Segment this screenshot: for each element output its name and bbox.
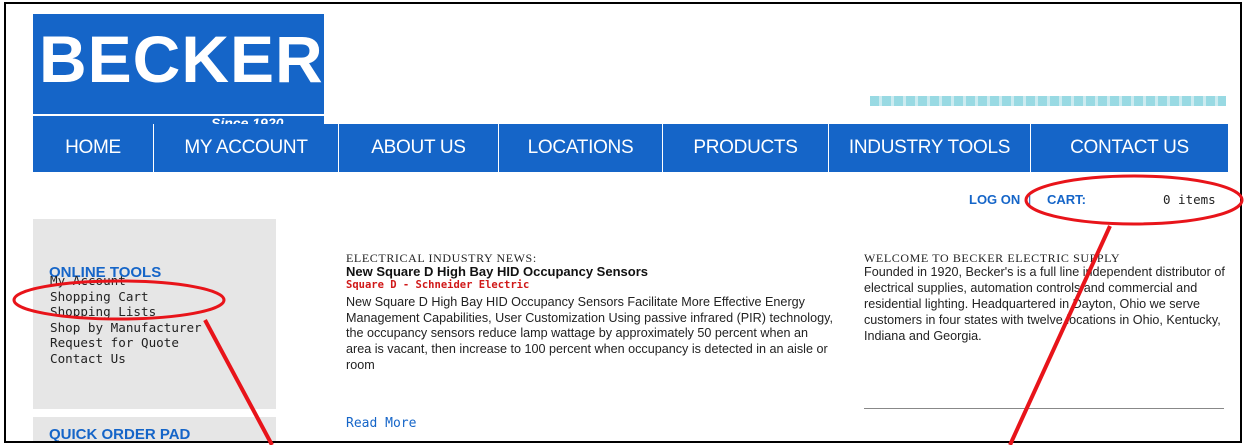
news-brand: Square D - Schneider Electric: [346, 279, 530, 291]
util-separator: |: [1028, 192, 1032, 207]
nav-products[interactable]: PRODUCTS: [663, 124, 829, 172]
nav-locations[interactable]: LOCATIONS: [499, 124, 663, 172]
news-body: New Square D High Bay HID Occupancy Sens…: [346, 295, 833, 372]
sidebar-item-request-for-quote[interactable]: Request for Quote: [50, 335, 202, 351]
logo-wordmark: BECKER'S: [39, 22, 386, 96]
nav-contact-us[interactable]: CONTACT US: [1031, 124, 1228, 172]
beckers-logo[interactable]: BECKER'S Since 1920: [33, 14, 384, 133]
main-nav: HOME MY ACCOUNT ABOUT US LOCATIONS PRODU…: [33, 124, 1228, 172]
online-tools-list: My Account Shopping Cart Shopping Lists …: [50, 273, 202, 366]
sidebar-item-my-account[interactable]: My Account: [50, 273, 202, 289]
welcome-body: Founded in 1920, Becker's is a full line…: [864, 265, 1225, 343]
sidebar-divider: [33, 409, 276, 417]
read-more-link[interactable]: Read More: [346, 416, 416, 431]
screenshot-frame: BECKER'S Since 1920 HOME MY ACCOUNT ABOU…: [4, 2, 1242, 443]
sidebar-item-shop-by-manufacturer[interactable]: Shop by Manufacturer: [50, 320, 202, 336]
nav-about-us[interactable]: ABOUT US: [339, 124, 499, 172]
nav-industry-tools[interactable]: INDUSTRY TOOLS: [829, 124, 1031, 172]
welcome-divider: [864, 408, 1224, 409]
sidebar-item-shopping-cart[interactable]: Shopping Cart: [50, 289, 202, 305]
faded-tagline: [870, 96, 1226, 106]
nav-my-account[interactable]: MY ACCOUNT: [154, 124, 339, 172]
cart-link[interactable]: CART:: [1047, 192, 1086, 207]
sidebar: ONLINE TOOLS My Account Shopping Cart Sh…: [33, 219, 276, 441]
sidebar-item-contact-us[interactable]: Contact Us: [50, 351, 202, 367]
log-on-link[interactable]: LOG ON: [969, 192, 1020, 207]
sidebar-item-shopping-lists[interactable]: Shopping Lists: [50, 304, 202, 320]
quick-order-heading[interactable]: QUICK ORDER PAD: [49, 426, 190, 441]
nav-home[interactable]: HOME: [33, 124, 154, 172]
cart-count: 0 items: [1163, 192, 1216, 207]
news-headline[interactable]: New Square D High Bay HID Occupancy Sens…: [346, 264, 648, 279]
